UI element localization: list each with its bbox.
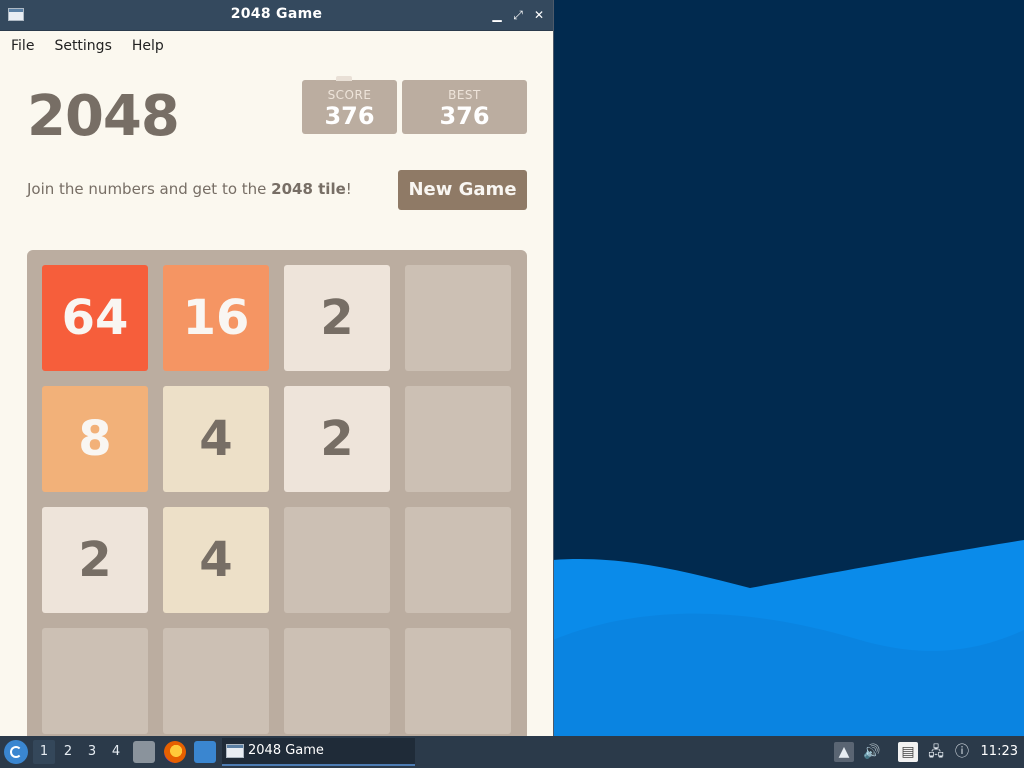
score-box: SCORE 376 <box>302 76 397 134</box>
game-intro: Join the numbers and get to the 2048 til… <box>27 180 352 198</box>
maximize-icon[interactable]: ⤢ <box>509 6 527 24</box>
workspace-4[interactable]: 4 <box>105 740 127 764</box>
taskbar-task-2048[interactable]: 2048 Game <box>222 738 415 766</box>
clipboard-icon[interactable]: ▤ <box>898 742 918 762</box>
clock[interactable]: 11:23 <box>981 744 1018 759</box>
best-box: BEST 376 <box>402 80 527 134</box>
tile-r3-c2 <box>284 628 390 734</box>
close-icon[interactable]: ✕ <box>530 6 548 24</box>
score-indicator <box>336 76 352 81</box>
menu-help[interactable]: Help <box>125 38 171 54</box>
intro-prefix: Join the numbers and get to the <box>27 180 272 198</box>
tile-r2-c0: 2 <box>42 507 148 613</box>
window-title: 2048 Game <box>230 6 323 22</box>
task-window-icon <box>226 744 244 758</box>
tile-r3-c1 <box>163 628 269 734</box>
task-label: 2048 Game <box>248 743 324 758</box>
tile-r3-c3 <box>405 628 511 734</box>
tile-r3-c0 <box>42 628 148 734</box>
tile-r1-c3 <box>405 386 511 492</box>
intro-suffix: ! <box>345 180 352 198</box>
tile-r1-c0: 8 <box>42 386 148 492</box>
tile-r0-c3 <box>405 265 511 371</box>
best-value: 376 <box>439 102 490 130</box>
score-value: 376 <box>324 102 375 130</box>
tile-r0-c1: 16 <box>163 265 269 371</box>
tile-r2-c1: 4 <box>163 507 269 613</box>
desktop-icon[interactable] <box>194 741 216 763</box>
game-title: 2048 <box>27 84 180 149</box>
menu-file[interactable]: File <box>4 38 41 54</box>
tile-r1-c1: 4 <box>163 386 269 492</box>
workspace-1[interactable]: 1 <box>33 740 55 764</box>
workspace-3[interactable]: 3 <box>81 740 103 764</box>
start-menu-icon[interactable] <box>4 740 28 764</box>
tray-update-icon[interactable]: ▲ <box>834 742 854 762</box>
tile-r2-c3 <box>405 507 511 613</box>
tile-r0-c2: 2 <box>284 265 390 371</box>
workspace-2[interactable]: 2 <box>57 740 79 764</box>
menubar: File Settings Help <box>0 31 553 61</box>
menu-settings[interactable]: Settings <box>47 38 118 54</box>
notification-icon[interactable]: ⓘ <box>952 742 972 762</box>
new-game-button[interactable]: New Game <box>398 170 527 210</box>
score-label: SCORE <box>327 88 372 102</box>
minimize-icon[interactable]: ▁ <box>488 6 506 24</box>
best-label: BEST <box>448 88 481 102</box>
file-manager-icon[interactable] <box>133 741 155 763</box>
game-window: 2048 Game ▁ ⤢ ✕ File Settings Help 2048 … <box>0 0 554 736</box>
firefox-icon[interactable] <box>164 741 186 763</box>
game-area: 2048 SCORE 376 BEST 376 Join the numbers… <box>0 60 553 736</box>
intro-bold: 2048 tile <box>271 180 346 198</box>
tile-r0-c0: 64 <box>42 265 148 371</box>
volume-icon[interactable]: 🔊 <box>862 742 882 762</box>
window-titlebar[interactable]: 2048 Game ▁ ⤢ ✕ <box>0 0 553 31</box>
network-icon[interactable]: 🖧 <box>926 742 946 762</box>
tile-r1-c2: 2 <box>284 386 390 492</box>
game-board[interactable]: 64 16 2 8 4 2 2 4 <box>27 250 527 736</box>
taskbar: 1 2 3 4 2048 Game ▲ 🔊 ▤ 🖧 ⓘ 11:23 <box>0 736 1024 768</box>
tile-r2-c2 <box>284 507 390 613</box>
